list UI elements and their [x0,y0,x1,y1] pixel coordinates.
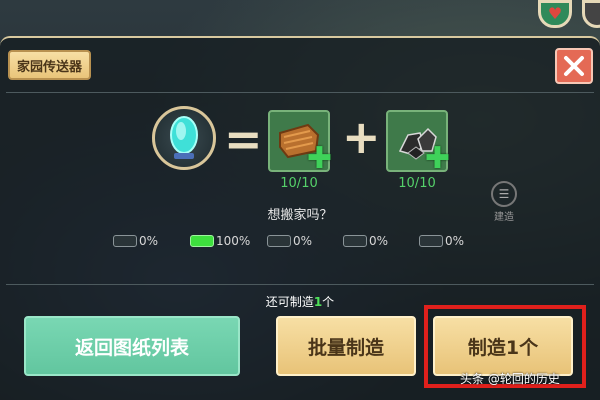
divider-bottom [6,284,594,285]
teleporter-crystal-icon [170,116,198,159]
chance-indicator: 0% [267,234,312,248]
material-slot-leather[interactable]: ✚ [268,110,332,176]
chance-indicator: 0% [419,234,464,248]
result-item-slot[interactable] [152,106,216,170]
watermark: 头条 @轮回的历史 [460,372,560,386]
chance-indicator: 100% [190,234,250,248]
plus-sign: + [342,110,381,164]
heart-icon: ♥ [547,4,563,23]
material-count: 10/10 [280,176,318,191]
chance-bar [343,235,367,247]
close-icon [564,56,584,76]
batch-craft-button[interactable]: 批量制造 [276,316,416,376]
panel-title: 家园传送器 [8,50,91,80]
chance-bar [267,235,291,247]
remaining-suffix: 个 [322,295,335,309]
back-to-blueprints-button[interactable]: 返回图纸列表 [24,316,240,376]
remaining-prefix: 还可制造 [265,295,314,309]
chance-indicator: 0% [343,234,388,248]
chance-percent: 100% [216,234,251,248]
chance-percent: 0% [445,234,465,248]
chance-bar [419,235,443,247]
craft-one-button[interactable]: 制造1个 [433,316,573,376]
material-count: 10/10 [398,176,436,191]
material-slot-ore[interactable]: ✚ [386,110,450,176]
chance-percent: 0% [293,234,313,248]
remaining-craft-count: 还可制造1个 [0,293,600,310]
add-icon: ✚ [306,141,332,176]
equals-sign: = [224,112,263,166]
chance-indicator: 0% [113,234,158,248]
quality-chance-row: 0% 100% 0% 0% 0% [0,234,600,252]
chance-bar [113,235,137,247]
chance-bar-active [190,235,214,247]
divider-top [6,92,594,93]
close-button[interactable] [555,48,593,84]
add-icon: ✚ [424,141,450,176]
remaining-number: 1 [313,295,323,309]
chance-percent: 0% [139,234,159,248]
chance-percent: 0% [369,234,389,248]
recipe-description: 想搬家吗？ [267,208,333,223]
crafting-panel: 家园传送器 = ✚ 10/10 + ✚ 10/10 ☰ 建造 想搬家吗？ 0% … [0,36,600,400]
